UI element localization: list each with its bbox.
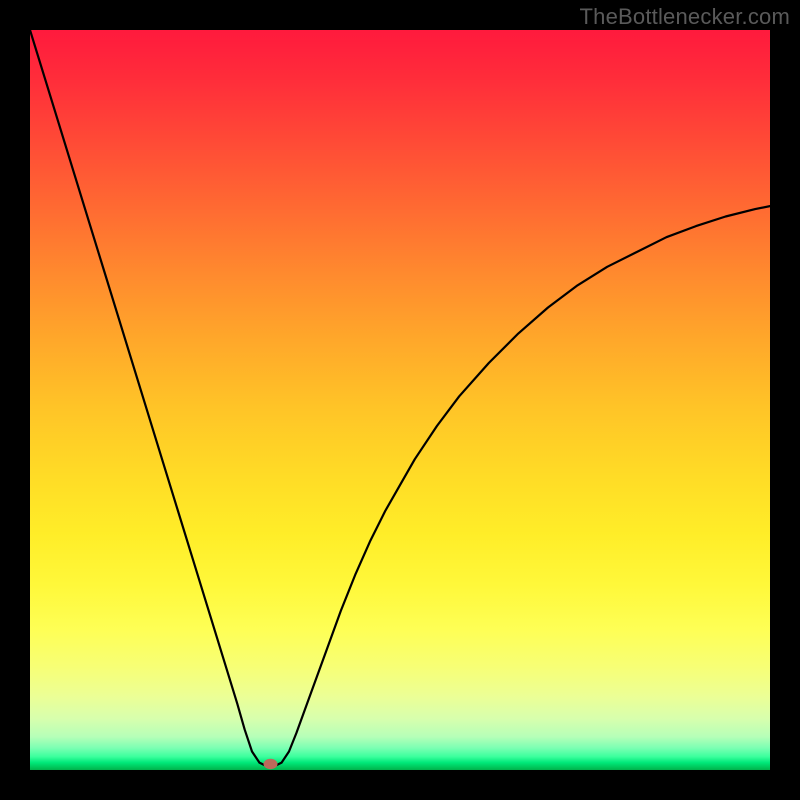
plot-area xyxy=(30,30,770,770)
bottleneck-curve xyxy=(30,30,770,766)
min-point-marker xyxy=(264,759,278,769)
watermark-text: TheBottlenecker.com xyxy=(580,4,790,30)
chart-svg xyxy=(30,30,770,770)
chart-frame: TheBottlenecker.com xyxy=(0,0,800,800)
